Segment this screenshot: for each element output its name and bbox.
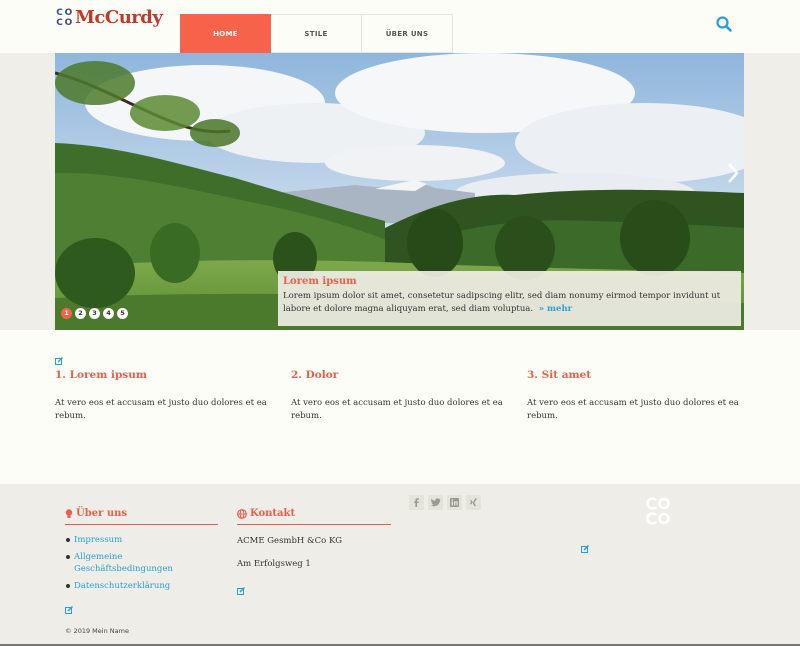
nav-item-home[interactable]: HOME <box>180 14 271 53</box>
contact-company: ACME GesmbH &Co KG <box>237 536 343 546</box>
site-header: C O C O McCurdy HOME STILE ÜBER UNS <box>0 0 800 53</box>
edit-icon[interactable] <box>581 545 589 553</box>
footer-logo-mark <box>646 497 670 525</box>
caption-text: Lorem ipsum dolor sit amet, consetetur s… <box>283 290 736 316</box>
feature-text: At vero eos et accusam et justo duo dolo… <box>291 398 503 421</box>
slide-dot-2[interactable]: 2 <box>75 308 86 319</box>
globe-icon <box>237 508 247 519</box>
edit-icon[interactable] <box>65 606 73 614</box>
logo-mark: C O C O <box>56 8 73 28</box>
feature-2: 2. Dolor At vero eos et accusam et justo… <box>291 368 511 423</box>
footer-about: Über uns Impressum Allgemeine Geschäftsb… <box>65 507 218 597</box>
footer-about-links: Impressum Allgemeine Geschäftsbedingunge… <box>65 534 218 592</box>
link-datenschutz[interactable]: Datenschutzerklärung <box>65 580 218 592</box>
footer-contact-title: Kontakt <box>237 507 391 520</box>
hero-caption: Lorem ipsum Lorem ipsum dolor sit amet, … <box>278 271 741 326</box>
chevron-right-icon[interactable] <box>726 161 740 185</box>
xing-icon[interactable] <box>466 495 481 510</box>
slide-dot-3[interactable]: 3 <box>89 308 100 319</box>
linkedin-icon[interactable] <box>447 495 462 510</box>
more-label: mehr <box>547 304 573 314</box>
nav-item-ueber-uns[interactable]: ÜBER UNS <box>362 14 453 53</box>
caption-title: Lorem ipsum <box>283 276 357 287</box>
site-logo[interactable]: C O C O McCurdy <box>55 7 163 29</box>
footer-contact: Kontakt ACME GesmbH &Co KG Am Erfolgsweg… <box>237 507 391 570</box>
link-agb[interactable]: Allgemeine Geschäftsbedingungen <box>65 551 218 575</box>
feature-text: At vero eos et accusam et justo duo dolo… <box>55 398 267 421</box>
slide-dot-1[interactable]: 1 <box>61 308 72 319</box>
facebook-icon[interactable] <box>409 495 424 510</box>
feature-text: At vero eos et accusam et justo duo dolo… <box>527 398 739 421</box>
contact-street: Am Erfolgsweg 1 <box>237 559 311 569</box>
footer-logo <box>645 496 671 528</box>
caption-body: Lorem ipsum dolor sit amet, consetetur s… <box>283 291 721 314</box>
slide-dot-5[interactable]: 5 <box>117 308 128 319</box>
twitter-icon[interactable] <box>428 495 443 510</box>
edit-icon[interactable] <box>55 357 63 365</box>
social-links <box>409 495 481 510</box>
copyright: © 2019 Mein Name <box>65 627 129 635</box>
footer-about-title: Über uns <box>65 507 218 520</box>
feature-title: 3. Sit amet <box>527 369 592 381</box>
link-impressum[interactable]: Impressum <box>65 534 218 546</box>
more-link[interactable]: » mehr <box>539 304 572 314</box>
slider-pagination: 1 2 3 4 5 <box>61 308 128 319</box>
edit-icon[interactable] <box>237 587 245 595</box>
logo-text: McCurdy <box>75 7 163 28</box>
divider <box>65 524 218 525</box>
double-chevron-right-icon: » <box>538 304 545 314</box>
feature-1: 1. Lorem ipsum At vero eos et accusam et… <box>55 368 275 423</box>
feature-3: 3. Sit amet At vero eos et accusam et ju… <box>527 368 747 423</box>
lightbulb-icon <box>65 508 73 518</box>
slide-dot-4[interactable]: 4 <box>103 308 114 319</box>
feature-title: 2. Dolor <box>291 369 339 381</box>
hero-slider: Lorem ipsum Lorem ipsum dolor sit amet, … <box>55 53 744 330</box>
divider <box>237 524 391 525</box>
main-nav: HOME STILE ÜBER UNS <box>180 14 453 53</box>
nav-item-stile[interactable]: STILE <box>271 14 362 53</box>
search-icon[interactable] <box>715 15 733 33</box>
feature-title: 1. Lorem ipsum <box>55 369 147 381</box>
